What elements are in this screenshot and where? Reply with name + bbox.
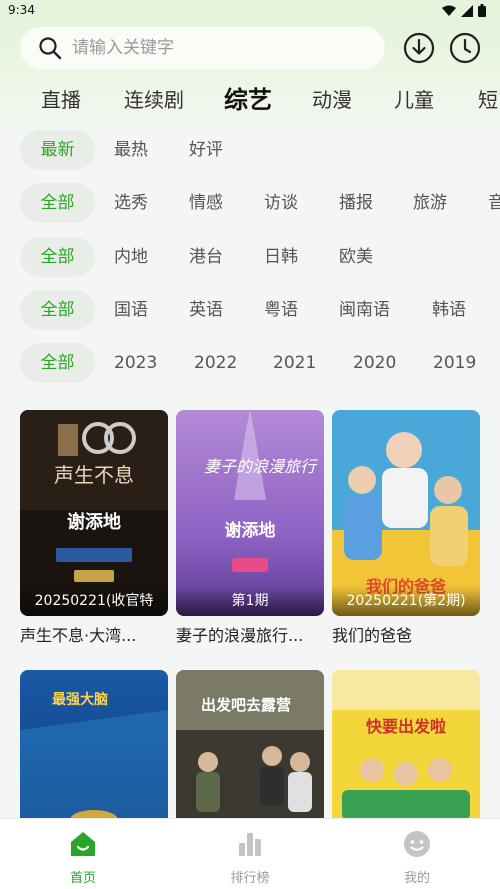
status-time: 9:34 [8, 3, 35, 17]
filter-row-sort: 最新 最热 好评 [0, 130, 500, 170]
chip-year-2022[interactable]: 2022 [194, 343, 237, 383]
download-icon[interactable] [403, 32, 435, 64]
chip-region-jpkr[interactable]: 日韩 [264, 237, 298, 277]
tab-kids[interactable]: 儿童 [394, 80, 434, 120]
episode-badge: 20250221(第2期) [332, 586, 480, 616]
video-card[interactable]: 我们的爸爸 20250221(第2期) 我们的爸爸 [332, 410, 480, 646]
poster-title-text: 声生不息 [54, 463, 134, 487]
chip-region-all[interactable]: 全部 [20, 237, 95, 277]
chip-year-2023[interactable]: 2023 [114, 343, 157, 383]
search-bar[interactable] [20, 27, 385, 69]
tab-anime[interactable]: 动漫 [312, 80, 352, 120]
chip-year-2020[interactable]: 2020 [353, 343, 396, 383]
poster-title-text: 出发吧去露营 [201, 696, 291, 714]
channel-tabs: 直播 连续剧 综艺 动漫 儿童 短 [0, 80, 500, 120]
wifi-icon [442, 5, 456, 16]
filter-row-year: 全部 2023 2022 2021 2020 2019 [0, 343, 500, 383]
chip-genre-all[interactable]: 全部 [20, 183, 95, 223]
filter-row-region: 全部 内地 港台 日韩 欧美 [0, 237, 500, 277]
poster-sponsor-text: 谢添地 [67, 511, 121, 533]
status-icons [442, 4, 486, 17]
bottom-nav: 首页 排行榜 我的 [0, 818, 500, 889]
signal-icon [461, 4, 473, 17]
smiley-face-icon [404, 831, 430, 857]
chip-region-western[interactable]: 欧美 [339, 237, 373, 277]
chip-genre-broadcast[interactable]: 播报 [339, 183, 373, 223]
chip-lang-hokkien[interactable]: 闽南语 [339, 290, 390, 330]
chip-genre-talent[interactable]: 选秀 [114, 183, 148, 223]
tab-variety[interactable]: 综艺 [224, 80, 272, 120]
home-icon [71, 832, 95, 856]
nav-ranking[interactable]: 排行榜 [210, 829, 290, 886]
chip-lang-all[interactable]: 全部 [20, 290, 95, 330]
video-card[interactable]: 声生不息 谢添地 20250221(收官特 声生不息·大湾... [20, 410, 168, 646]
poster-title-text: 妻子的浪漫旅行 [204, 457, 318, 476]
chip-lang-korean[interactable]: 韩语 [432, 290, 466, 330]
video-poster[interactable]: 声生不息 谢添地 20250221(收官特 [20, 410, 168, 616]
card-title: 妻子的浪漫旅行... [176, 626, 304, 645]
chip-region-hktw[interactable]: 港台 [189, 237, 223, 277]
tab-short[interactable]: 短 [478, 80, 498, 120]
chip-lang-english[interactable]: 英语 [189, 290, 223, 330]
search-input[interactable] [72, 38, 352, 58]
card-title: 声生不息·大湾... [20, 626, 137, 645]
header-background [0, 0, 500, 150]
chip-latest[interactable]: 最新 [20, 130, 95, 170]
filter-row-genre: 全部 选秀 情感 访谈 播报 旅游 音 [0, 183, 500, 223]
poster-sponsor-text: 谢添地 [225, 520, 276, 541]
tab-live[interactable]: 直播 [41, 80, 81, 120]
bar-chart-icon [239, 833, 261, 856]
video-poster[interactable]: 妻子的浪漫旅行 谢添地 第1期 [176, 410, 324, 616]
search-icon [39, 37, 62, 60]
chip-genre-music[interactable]: 音 [488, 183, 500, 223]
nav-profile[interactable]: 我的 [377, 829, 457, 886]
status-bar: 9:34 [0, 0, 500, 22]
nav-label-profile: 我的 [403, 871, 430, 886]
chip-year-2021[interactable]: 2021 [273, 343, 316, 383]
chip-region-mainland[interactable]: 内地 [114, 237, 148, 277]
chip-year-all[interactable]: 全部 [20, 343, 95, 383]
chip-genre-travel[interactable]: 旅游 [413, 183, 447, 223]
battery-icon [478, 4, 486, 17]
nav-label-ranking: 排行榜 [230, 871, 270, 886]
poster-title-text: 最强大脑 [52, 691, 108, 708]
episode-badge: 第1期 [176, 586, 324, 616]
video-card[interactable]: 妻子的浪漫旅行 谢添地 第1期 妻子的浪漫旅行... [176, 410, 324, 646]
chip-lang-cantonese[interactable]: 粤语 [264, 290, 298, 330]
episode-badge: 20250221(收官特 [20, 586, 168, 616]
video-poster[interactable]: 我们的爸爸 20250221(第2期) [332, 410, 480, 616]
chip-genre-emotion[interactable]: 情感 [189, 183, 223, 223]
nav-label-home: 首页 [69, 871, 96, 886]
card-title: 我们的爸爸 [332, 626, 413, 645]
poster-title-text: 快要出发啦 [366, 717, 446, 736]
chip-lang-mandarin[interactable]: 国语 [114, 290, 148, 330]
chip-rated[interactable]: 好评 [189, 130, 223, 170]
chip-genre-interview[interactable]: 访谈 [264, 183, 298, 223]
chip-year-2019[interactable]: 2019 [433, 343, 476, 383]
chip-hot[interactable]: 最热 [114, 130, 148, 170]
nav-home[interactable]: 首页 [43, 829, 123, 886]
tab-series[interactable]: 连续剧 [124, 80, 184, 120]
filter-row-language: 全部 国语 英语 粤语 闽南语 韩语 [0, 290, 500, 330]
history-icon[interactable] [449, 32, 481, 64]
